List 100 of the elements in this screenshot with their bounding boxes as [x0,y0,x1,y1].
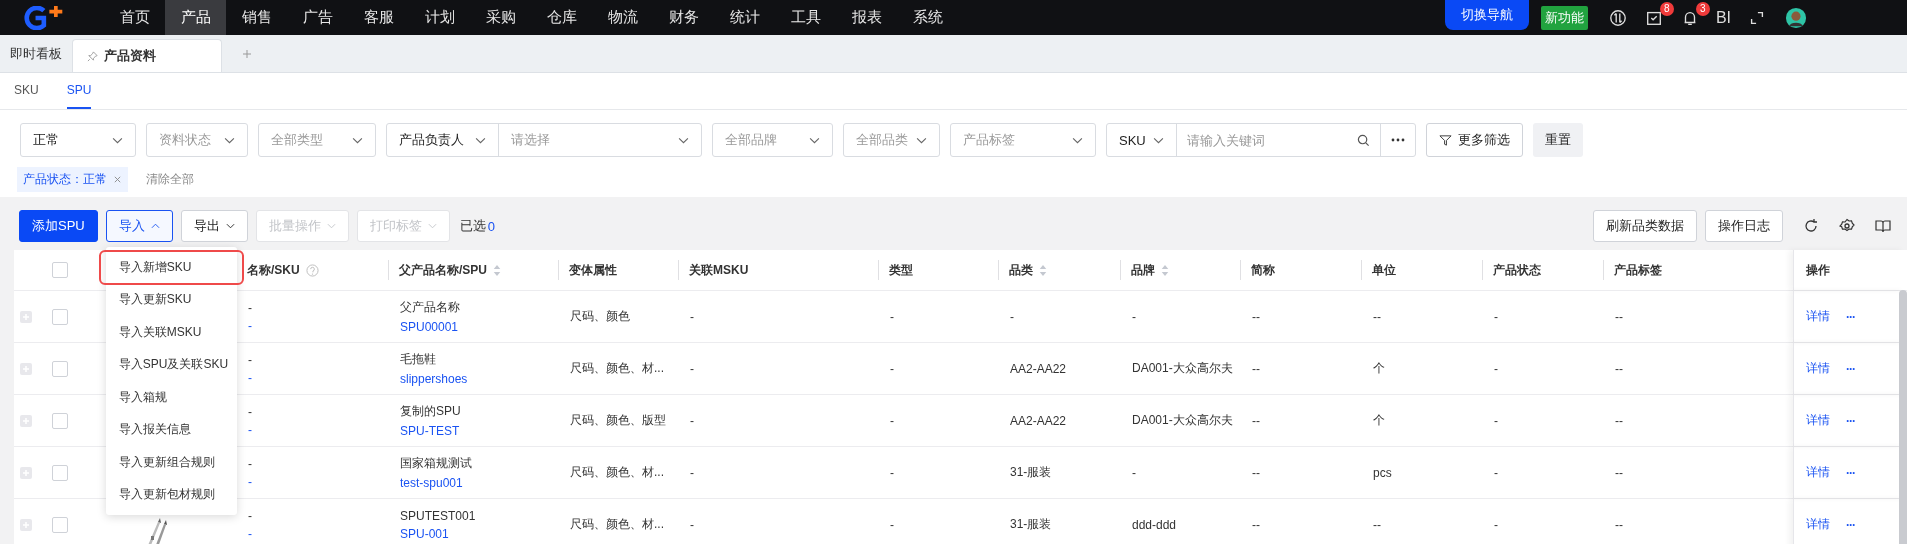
spu-link[interactable]: slippershoes [400,372,468,386]
avatar-icon[interactable] [1785,6,1807,29]
page-tab[interactable]: 产品资料 [72,39,222,72]
table-cell: - [690,361,694,376]
help-icon[interactable] [305,263,319,277]
sku-link[interactable]: - [248,370,252,385]
clear-all-link[interactable]: 清除全部 [146,171,194,188]
pin-icon[interactable] [87,50,98,62]
table-cell: - [1010,309,1014,324]
column-header[interactable]: 名称/SKU [247,260,380,280]
column-header[interactable]: 产品状态 [1493,260,1595,280]
settings-icon[interactable] [1839,218,1855,234]
menu-item[interactable]: 导入关联MSKU [105,316,237,349]
detail-link[interactable]: 详情 [1806,464,1830,481]
table-cell: 尺码、颜色 [570,308,630,325]
table-cell: - [890,413,894,428]
select-all-checkbox[interactable] [52,262,68,278]
nav-item[interactable]: 产品 [165,0,226,35]
column-header[interactable]: 品类 [1009,260,1112,280]
column-header[interactable]: 关联MSKU [689,260,870,280]
add-tab-icon[interactable] [242,49,252,59]
spu-link[interactable]: test-spu001 [400,476,463,490]
menu-item[interactable]: 导入新增SKU [99,251,243,284]
refresh-categories-button[interactable]: 刷新品类数据 [1593,210,1697,242]
add-spu-button[interactable]: 添加SPU [19,210,98,242]
nav-item[interactable]: 系统 [897,0,958,35]
row-checkbox[interactable] [52,464,68,481]
caret-icon [809,136,820,144]
nav-item[interactable]: 统计 [714,0,775,35]
nav-item[interactable]: 采购 [470,0,531,35]
row-checkbox[interactable] [52,516,68,533]
select-field[interactable]: 正常 [20,123,136,157]
nav-item[interactable]: 财务 [653,0,714,35]
switch-nav-button[interactable]: 切换导航 [1444,0,1529,30]
nav-item[interactable]: 销售 [226,0,287,35]
nav-item[interactable]: 客服 [348,0,409,35]
more-actions-link[interactable]: ··· [1846,413,1855,428]
more-actions-link[interactable]: ··· [1846,361,1855,376]
menu-item[interactable]: 导入报关信息 [105,413,237,446]
sku-link[interactable]: - [248,526,252,541]
sort-icon[interactable] [1039,263,1047,277]
sub-tab[interactable]: SPU [66,73,92,109]
nav-item[interactable]: 首页 [104,0,165,35]
sort-icon[interactable] [1161,263,1169,277]
more-filters-button[interactable]: 更多筛选 [1426,123,1523,157]
nav-item[interactable]: 广告 [287,0,348,35]
column-header[interactable]: 父产品名称/SPU [399,260,550,280]
menu-item[interactable]: 导入更新组合规则 [105,446,237,479]
column-header[interactable]: 类型 [889,260,990,280]
row-checkbox[interactable] [52,412,68,429]
sku-link[interactable]: - [248,474,252,489]
table-cell: - [690,465,694,480]
operation-log-button[interactable]: 操作日志 [1705,210,1783,242]
spu-link[interactable]: SPU-001 [400,526,449,541]
spu-link[interactable]: SPU-TEST [400,424,460,438]
sku-link[interactable]: - [248,422,252,437]
column-header[interactable]: 简称 [1251,260,1353,280]
menu-item[interactable]: 导入更新SKU [105,283,237,316]
import-button[interactable]: 导入 [105,210,173,242]
more-actions-link[interactable]: ··· [1846,309,1855,324]
table-cell: -- [1252,517,1260,532]
column-header[interactable]: 单位 [1372,260,1474,280]
more-actions-link[interactable]: ··· [1846,465,1855,480]
sort-icon[interactable] [493,263,501,277]
scrollbar[interactable] [1899,290,1907,544]
nav-item[interactable]: 工具 [775,0,836,35]
detail-link[interactable]: 详情 [1806,516,1830,533]
search-icon[interactable] [1357,133,1370,147]
export-button[interactable]: 导出 [180,210,248,242]
bi-link[interactable]: BI [1715,8,1731,27]
table-cell: 个 [1373,412,1385,429]
detail-link[interactable]: 详情 [1806,412,1830,429]
table-cell: -- [1252,361,1260,376]
detail-link[interactable]: 详情 [1806,308,1830,325]
close-icon[interactable] [113,175,122,184]
row-checkbox[interactable] [52,360,68,377]
book-icon[interactable] [1875,218,1891,234]
transfer-icon[interactable] [1608,8,1627,27]
menu-item[interactable]: 导入箱规 [105,381,237,414]
filter-icon [1439,133,1452,147]
nav-item[interactable]: 计划 [409,0,470,35]
column-header[interactable]: 产品标签 [1614,260,1785,280]
refresh-icon[interactable] [1803,218,1819,234]
table-cell: -- [1373,517,1381,532]
reset-button[interactable]: 重置 [1533,123,1583,157]
spu-link[interactable]: SPU00001 [400,320,459,334]
column-header[interactable]: 品牌 [1131,260,1232,280]
sub-tab[interactable]: SKU [14,73,39,109]
menu-item[interactable]: 导入SPU及关联SKU [105,348,237,381]
detail-link[interactable]: 详情 [1806,360,1830,377]
nav-item[interactable]: 报表 [836,0,897,35]
page-tab[interactable]: 即时看板 [0,35,72,72]
nav-item[interactable]: 物流 [592,0,653,35]
table-cell: - [1494,465,1498,480]
sku-link[interactable]: - [248,318,252,333]
more-actions-link[interactable]: ··· [1846,517,1855,532]
menu-item[interactable]: 导入更新包材规则 [105,478,237,511]
row-checkbox[interactable] [52,308,68,325]
nav-item[interactable]: 仓库 [531,0,592,35]
column-header[interactable]: 变体属性 [569,260,670,280]
